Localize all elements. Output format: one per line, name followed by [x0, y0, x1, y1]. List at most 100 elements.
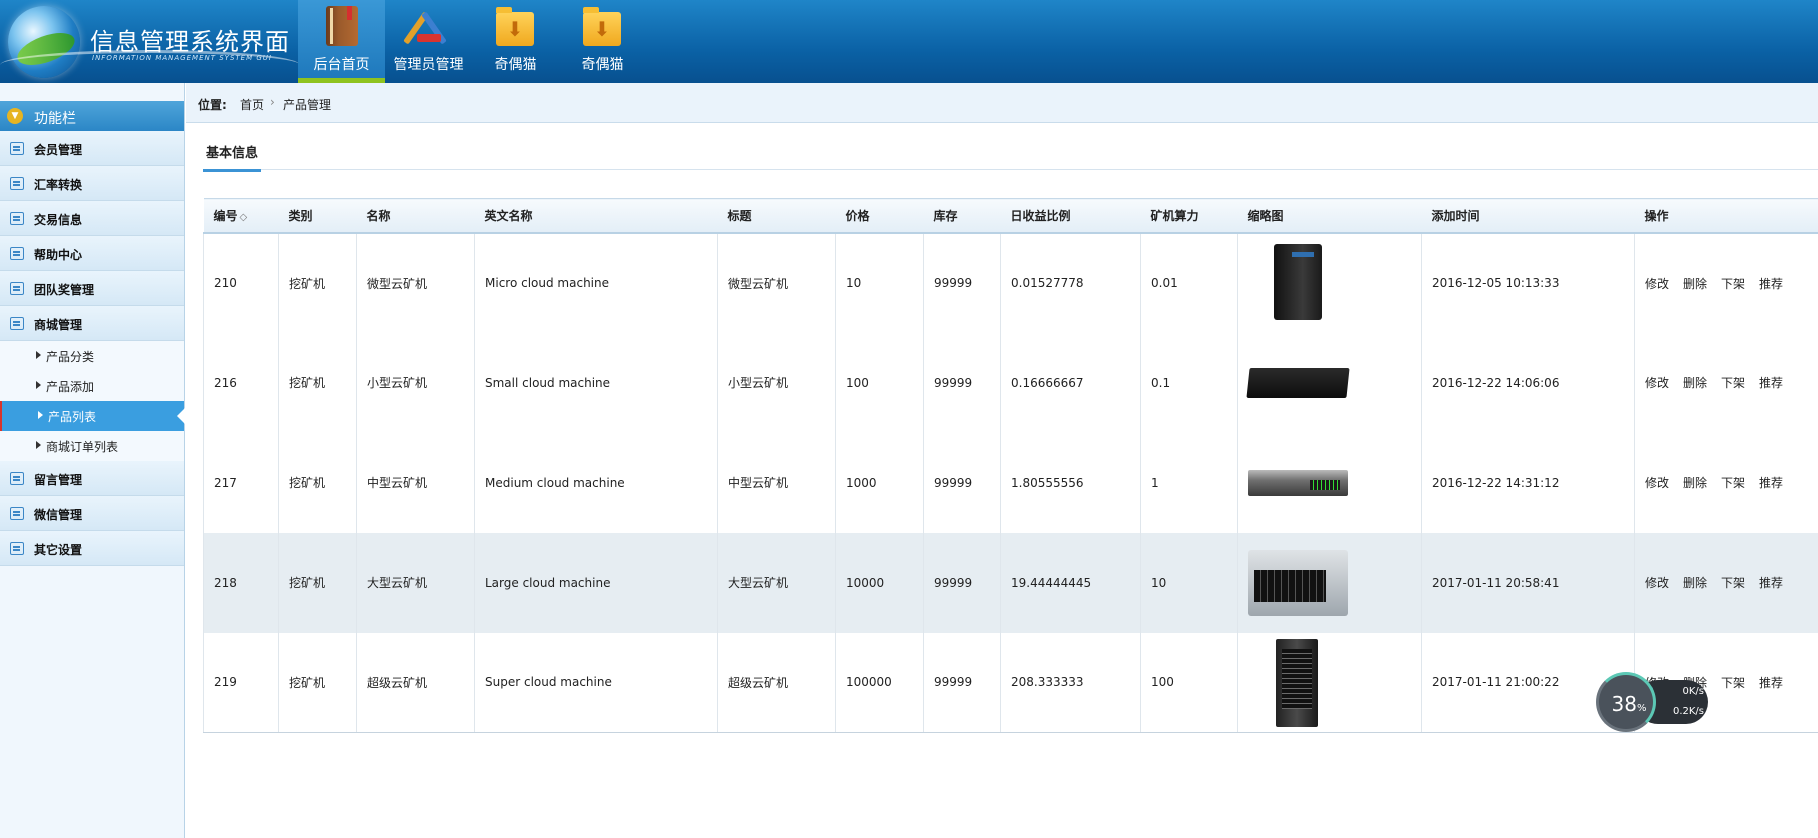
recommend-link[interactable]: 推荐: [1759, 676, 1783, 690]
breadcrumb-label: 位置:: [198, 98, 227, 112]
product-table: 编号 ◇ 类别 名称 英文名称 标题 价格 库存 日收益比例 矿机算力 缩略图 添…: [203, 198, 1818, 733]
unlist-link[interactable]: 下架: [1721, 676, 1745, 690]
sidebar-item-transactions[interactable]: 交易信息: [0, 201, 184, 236]
col-header: 矿机算力: [1140, 198, 1238, 234]
recommend-link[interactable]: 推荐: [1759, 476, 1783, 490]
sidebar-heading[interactable]: ▼ 功能栏: [0, 101, 184, 131]
delete-link[interactable]: 删除: [1683, 476, 1707, 490]
cell-added: 2016-12-05 10:13:33: [1421, 232, 1635, 333]
delete-link[interactable]: 删除: [1683, 576, 1707, 590]
tab-basic-info[interactable]: 基本信息: [203, 142, 262, 172]
sidebar-item-label: 汇率转换: [34, 178, 83, 192]
sidebar-item-label: 其它设置: [34, 543, 83, 557]
col-header: 操作: [1634, 198, 1818, 234]
unlist-link[interactable]: 下架: [1721, 376, 1745, 390]
topnav-label: 后台首页: [313, 57, 370, 73]
book-icon: [326, 6, 358, 46]
cell-en-name: Medium cloud machine: [474, 432, 718, 533]
cell-stock: 99999: [923, 432, 1001, 533]
sidebar-item-wechat[interactable]: 微信管理: [0, 496, 184, 531]
sidebar-subitem-product-add[interactable]: 产品添加: [0, 371, 184, 401]
cell-added: 2016-12-22 14:06:06: [1421, 332, 1635, 433]
sidebar-item-other-settings[interactable]: 其它设置: [0, 531, 184, 566]
sort-icon[interactable]: ◇: [240, 212, 248, 223]
cell-thumbnail: [1237, 332, 1422, 433]
cell-id: 218: [203, 532, 279, 633]
cell-name: 小型云矿机: [356, 332, 475, 433]
table-row: 210 挖矿机 微型云矿机 Micro cloud machine 微型云矿机 …: [203, 232, 1818, 333]
cell-daily-ratio: 19.44444445: [1000, 532, 1141, 633]
col-header-label: 编号: [213, 208, 238, 223]
caret-right-icon: [36, 381, 41, 389]
unlist-link[interactable]: 下架: [1721, 277, 1745, 291]
cell-thumbnail: [1237, 632, 1422, 733]
breadcrumb-current: 产品管理: [283, 98, 332, 112]
topnav-qiou-1[interactable]: 奇偶猫: [472, 0, 559, 83]
network-speed-widget[interactable]: ↑ 0K/s ↓ 0.2K/s 38%: [1596, 672, 1714, 732]
sidebar-item-messages[interactable]: 留言管理: [0, 461, 184, 496]
cell-thumbnail: [1237, 232, 1422, 333]
cell-actions: 修改删除下架推荐: [1634, 332, 1818, 433]
cell-hashrate: 100: [1140, 632, 1238, 733]
memory-percent-value: 38: [1611, 692, 1637, 716]
cell-price: 10000: [835, 532, 924, 633]
delete-link[interactable]: 删除: [1683, 376, 1707, 390]
cell-daily-ratio: 1.80555556: [1000, 432, 1141, 533]
sidebar-subitem-product-list[interactable]: 产品列表: [0, 401, 185, 431]
chat-icon: [10, 507, 24, 520]
micro-server-icon: [1248, 240, 1348, 326]
cell-hashrate: 1: [1140, 432, 1238, 533]
table-row: 217 挖矿机 中型云矿机 Medium cloud machine 中型云矿机…: [203, 432, 1818, 533]
breadcrumb-home-link[interactable]: 首页: [240, 96, 264, 113]
unlist-link[interactable]: 下架: [1721, 476, 1745, 490]
cell-category: 挖矿机: [278, 532, 357, 633]
edit-link[interactable]: 修改: [1645, 476, 1669, 490]
col-header-id[interactable]: 编号 ◇: [203, 198, 279, 234]
cell-title: 大型云矿机: [717, 532, 836, 633]
edit-link[interactable]: 修改: [1645, 376, 1669, 390]
cell-name: 大型云矿机: [356, 532, 475, 633]
cell-price: 1000: [835, 432, 924, 533]
topnav-qiou-2[interactable]: 奇偶猫: [559, 0, 646, 83]
cell-category: 挖矿机: [278, 632, 357, 733]
col-header: 价格: [835, 198, 924, 234]
recommend-link[interactable]: 推荐: [1759, 576, 1783, 590]
cell-category: 挖矿机: [278, 232, 357, 333]
col-header: 标题: [717, 198, 836, 234]
tools-icon: [403, 6, 447, 46]
breadcrumb: 位置: 首页 › 产品管理: [186, 83, 1818, 123]
cell-actions: 修改删除下架推荐: [1634, 432, 1818, 533]
cell-name: 微型云矿机: [356, 232, 475, 333]
edit-link[interactable]: 修改: [1645, 576, 1669, 590]
delete-link[interactable]: 删除: [1683, 277, 1707, 291]
sidebar-item-team-bonus[interactable]: 团队奖管理: [0, 271, 184, 306]
cell-en-name: Large cloud machine: [474, 532, 718, 633]
list-icon: [10, 142, 24, 155]
unlist-link[interactable]: 下架: [1721, 576, 1745, 590]
recommend-link[interactable]: 推荐: [1759, 376, 1783, 390]
caret-right-icon: [36, 351, 41, 359]
sidebar-item-members[interactable]: 会员管理: [0, 131, 184, 166]
upload-speed: 0K/s: [1682, 686, 1705, 697]
sidebar-item-label: 帮助中心: [34, 248, 83, 262]
table-header-row: 编号 ◇ 类别 名称 英文名称 标题 价格 库存 日收益比例 矿机算力 缩略图 添…: [203, 198, 1818, 234]
topnav-admin[interactable]: 管理员管理: [385, 0, 472, 83]
edit-link[interactable]: 修改: [1645, 277, 1669, 291]
recommend-link[interactable]: 推荐: [1759, 277, 1783, 291]
folder-download-icon: [496, 7, 534, 46]
cell-name: 超级云矿机: [356, 632, 475, 733]
topnav-home[interactable]: 后台首页: [298, 0, 385, 83]
sidebar-item-help[interactable]: 帮助中心: [0, 236, 184, 271]
sidebar-subitem-mall-orders[interactable]: 商城订单列表: [0, 431, 184, 461]
topnav-label: 管理员管理: [393, 57, 464, 73]
sidebar-subitem-product-category[interactable]: 产品分类: [0, 341, 184, 371]
sidebar-item-label: 交易信息: [34, 213, 83, 227]
sidebar-item-exchange[interactable]: 汇率转换: [0, 166, 184, 201]
memory-gauge: 38%: [1596, 672, 1656, 732]
col-header: 日收益比例: [1000, 198, 1141, 234]
super-server-icon: [1248, 639, 1348, 728]
tab-strip: 基本信息: [203, 132, 1818, 172]
sidebar-item-mall[interactable]: 商城管理: [0, 306, 184, 341]
cell-actions: 修改删除下架推荐: [1634, 532, 1818, 633]
chat-icon: [10, 177, 24, 190]
